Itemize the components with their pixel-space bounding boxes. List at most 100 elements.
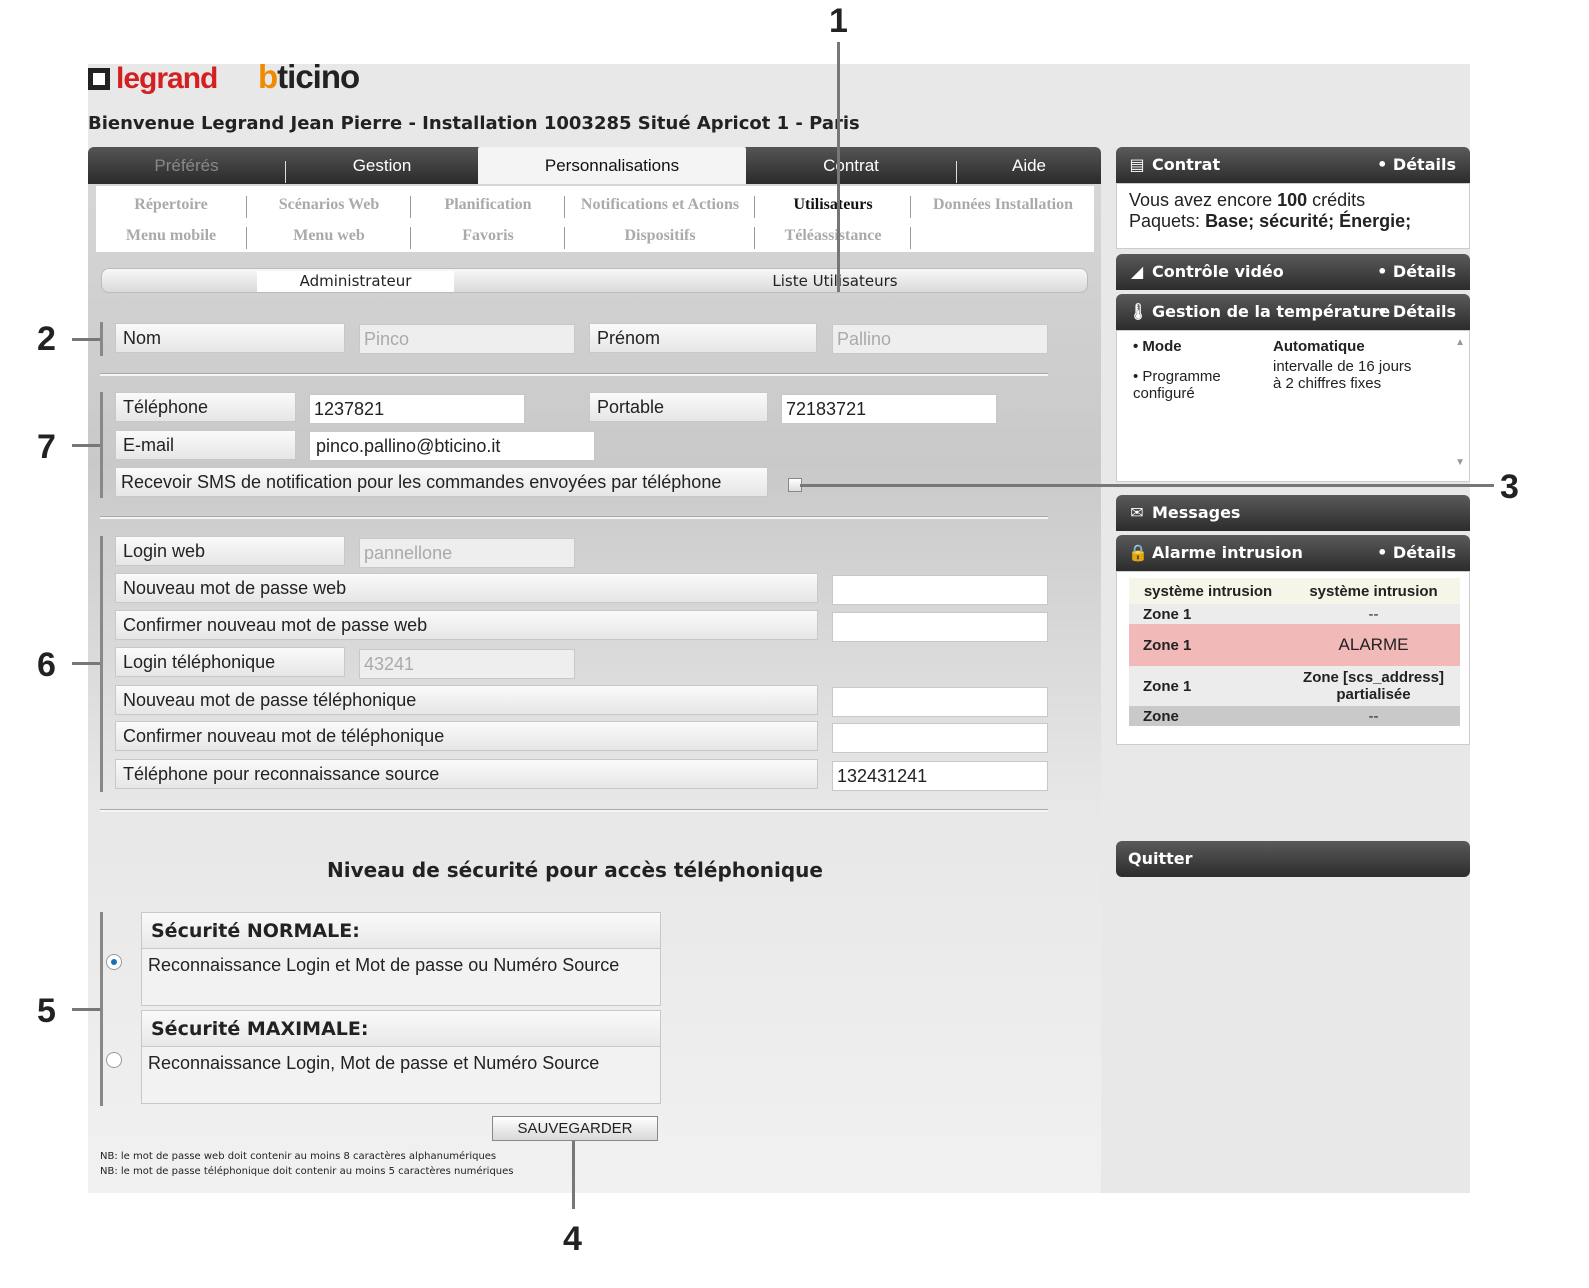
subnav-scenarios-web[interactable]: Scénarios Web (248, 196, 410, 214)
new-password-web-field[interactable] (832, 575, 1048, 605)
tab-preferes[interactable]: Préférés (88, 147, 285, 184)
welcome-text: Bienvenue Legrand Jean Pierre - Installa… (88, 113, 860, 134)
confirm-password-tel-label: Confirmer nouveau mot de téléphonique (115, 721, 818, 751)
subnav-favoris[interactable]: Favoris (412, 227, 564, 245)
save-button[interactable]: SAUVEGARDER (492, 1116, 658, 1141)
login-tel-field[interactable]: 43241 (359, 649, 575, 679)
security-max-box: Sécurité MAXIMALE: Reconnaissance Login,… (141, 1010, 661, 1104)
alarm-widget-body: système intrusion système intrusion Zone… (1116, 571, 1470, 745)
subnav-donnees-installation[interactable]: Données Installation (912, 196, 1094, 214)
divider (100, 373, 1048, 376)
table-row: Zone -- (1129, 706, 1460, 726)
lock-icon: 🔒 (1128, 543, 1148, 562)
tab-contrat[interactable]: Contrat (746, 147, 956, 184)
annotation-7: 7 (37, 428, 56, 466)
email-label: E-mail (115, 430, 296, 460)
annotation-line-5 (72, 1008, 100, 1011)
temperature-widget-header: 🌡 Gestion de la température • Détails (1116, 294, 1470, 330)
temperature-widget-body: • Mode Automatique • Programme configuré… (1116, 330, 1470, 482)
new-password-tel-field[interactable] (832, 687, 1048, 717)
portable-field[interactable]: 72183721 (781, 394, 997, 424)
bticino-logo: bticino (258, 58, 360, 95)
subnav-teleassistance[interactable]: Téléassistance (756, 227, 910, 245)
sub-navigation: Répertoire Scénarios Web Planification N… (96, 186, 1094, 252)
annotation-6: 6 (37, 646, 56, 684)
annotation-line-4 (572, 1141, 575, 1209)
programme-label: • Programme configuré (1133, 368, 1221, 402)
security-max-title: Sécurité MAXIMALE: (142, 1011, 660, 1047)
tel-source-label: Téléphone pour reconnaissance source (115, 759, 818, 789)
tab-personnalisations[interactable]: Personnalisations (478, 147, 746, 184)
thermometer-icon: 🌡 (1128, 302, 1149, 321)
prenom-field[interactable]: Pallino (832, 324, 1048, 354)
security-max-radio[interactable] (106, 1052, 122, 1068)
section-bar-contact (100, 392, 103, 498)
divider (100, 516, 1048, 519)
table-row-alarm: Zone 1 ALARME (1129, 624, 1460, 666)
login-web-label: Login web (115, 536, 345, 566)
annotation-line-1 (837, 42, 840, 292)
annotation-line-7 (72, 444, 100, 447)
security-normal-title: Sécurité NORMALE: (142, 913, 660, 949)
annotation-2: 2 (37, 320, 56, 358)
telephone-field[interactable]: 1237821 (309, 394, 525, 424)
note-tel-password: NB: le mot de passe téléphonique doit co… (100, 1166, 514, 1177)
legrand-logo: legrand (88, 62, 218, 96)
nom-field[interactable]: Pinco (359, 324, 575, 354)
confirm-password-web-label: Confirmer nouveau mot de passe web (115, 610, 818, 640)
table-row: Zone 1 -- (1129, 604, 1460, 624)
contrat-widget-header: ▤ Contrat • Détails (1116, 147, 1470, 183)
section-bar-name (100, 322, 103, 356)
telephone-label: Téléphone (115, 392, 296, 422)
annotation-line-6 (72, 662, 100, 665)
document-icon: ▤ (1129, 155, 1145, 174)
subnav-repertoire[interactable]: Répertoire (96, 196, 246, 214)
tab-aide[interactable]: Aide (957, 147, 1101, 184)
subnav-menu-mobile[interactable]: Menu mobile (96, 227, 246, 245)
video-details-link[interactable]: • Détails (1377, 254, 1456, 290)
section-bar-security (100, 912, 103, 1106)
quit-button[interactable]: Quitter (1116, 841, 1470, 877)
scroll-up-icon[interactable]: ▲ (1455, 337, 1465, 348)
annotation-3: 3 (1500, 468, 1519, 506)
contrat-details-link[interactable]: • Détails (1377, 147, 1456, 183)
alarm-details-link[interactable]: • Détails (1377, 535, 1456, 571)
camera-icon: ◢ (1130, 262, 1144, 281)
subnav-notifications[interactable]: Notifications et Actions (566, 196, 754, 214)
subnav-dispositifs[interactable]: Dispositifs (566, 227, 754, 245)
programme-value: intervalle de 16 jours à 2 chiffres fixe… (1273, 358, 1412, 392)
security-normal-box: Sécurité NORMALE: Reconnaissance Login e… (141, 912, 661, 1006)
security-max-desc: Reconnaissance Login, Mot de passe et Nu… (148, 1053, 600, 1073)
mode-value: Automatique (1273, 338, 1365, 355)
main-tabs: Préférés Gestion Personnalisations Contr… (88, 147, 1101, 184)
login-web-field[interactable]: pannellone (359, 538, 575, 568)
mode-label: • Mode (1133, 338, 1182, 355)
security-title: Niveau de sécurité pour accès téléphoniq… (327, 858, 823, 882)
tab-liste-utilisateurs[interactable]: Liste Utilisateurs (700, 272, 970, 290)
annotation-4: 4 (563, 1220, 582, 1258)
tab-administrateur[interactable]: Administrateur (257, 271, 454, 292)
scroll-down-icon[interactable]: ▼ (1455, 457, 1465, 468)
alarm-table-header: système intrusion système intrusion (1129, 578, 1460, 604)
sms-notification-label: Recevoir SMS de notification pour les co… (115, 467, 768, 497)
confirm-password-tel-field[interactable] (832, 723, 1048, 753)
table-row: Zone 1 Zone [scs_address] partialisée (1129, 666, 1460, 706)
temperature-details-link[interactable]: • Détails (1377, 294, 1456, 330)
annotation-1: 1 (829, 2, 848, 40)
security-normal-desc: Reconnaissance Login et Mot de passe ou … (148, 955, 620, 975)
tab-gestion[interactable]: Gestion (286, 147, 478, 184)
annotation-5: 5 (37, 992, 56, 1030)
tel-source-field[interactable]: 132431241 (832, 761, 1048, 791)
portable-label: Portable (589, 392, 768, 422)
confirm-password-web-field[interactable] (832, 612, 1048, 642)
envelope-icon: ✉ (1130, 503, 1144, 522)
login-tel-label: Login téléphonique (115, 647, 345, 677)
subnav-menu-web[interactable]: Menu web (248, 227, 410, 245)
subnav-planification[interactable]: Planification (412, 196, 564, 214)
subnav-utilisateurs[interactable]: Utilisateurs (756, 196, 910, 214)
security-normal-radio[interactable] (106, 954, 122, 970)
email-field[interactable]: pinco.pallino@bticino.it (309, 431, 595, 461)
section-bar-login (100, 536, 103, 792)
contrat-widget-body: Vous avez encore 100 crédits Paquets: Ba… (1116, 183, 1470, 249)
messages-widget-header[interactable]: ✉ Messages (1116, 495, 1470, 531)
